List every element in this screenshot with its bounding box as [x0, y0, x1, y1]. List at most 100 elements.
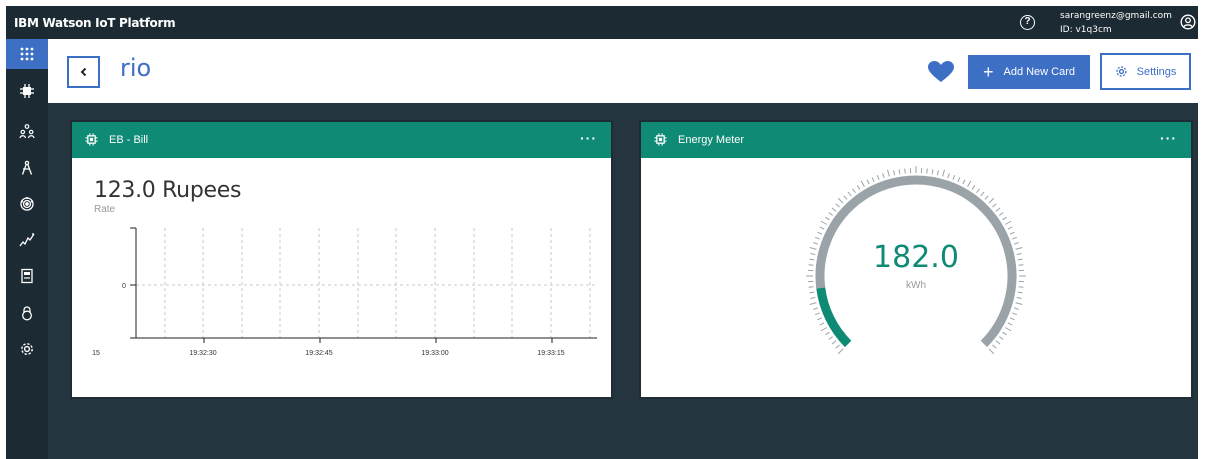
sidebar-item-members[interactable] [6, 116, 48, 146]
gauge-tick [980, 191, 985, 197]
gauge-tick [852, 188, 856, 193]
gauge-tick [995, 207, 1001, 212]
back-button[interactable] [67, 56, 100, 88]
gauge-tick [984, 195, 989, 200]
gauge-tick [992, 344, 997, 349]
members-icon [19, 124, 35, 139]
user-icon[interactable] [1180, 14, 1196, 30]
overflow-menu-icon[interactable]: ··· [580, 130, 597, 146]
gauge-tick [1004, 220, 1012, 225]
sidebar-item-security[interactable] [6, 298, 48, 328]
gauge-tick [856, 185, 861, 190]
y-tick-label: 0 [122, 283, 126, 290]
gauge-tick [936, 170, 939, 176]
sidebar-item-devices[interactable] [6, 76, 48, 106]
gauge-tick [947, 173, 950, 179]
x-tick-label: 19:32:30 [189, 350, 216, 357]
chip-icon [20, 84, 34, 98]
chevron-left-icon [80, 67, 86, 77]
gauge-tick [825, 216, 830, 221]
heart-icon[interactable] [928, 61, 954, 83]
gauge-tick [931, 169, 934, 175]
gauge-tick [835, 344, 840, 349]
rules-icon [20, 197, 34, 211]
gauge-tick [835, 203, 840, 208]
gauge-tick [1007, 226, 1013, 230]
add-new-card-button[interactable]: + Add New Card [968, 55, 1090, 89]
plus-icon: + [982, 62, 994, 82]
gauge-tick [942, 169, 945, 177]
gauge-tick [814, 236, 821, 240]
card-header: Energy Meter ··· [641, 122, 1191, 158]
gauge-tick [813, 307, 819, 310]
gauge-tick [898, 169, 901, 175]
security-icon [22, 306, 32, 321]
question-icon[interactable]: ? [1020, 15, 1035, 30]
gauge-tick [819, 226, 825, 230]
gauge-tick [967, 180, 972, 188]
sidebar-item-usage[interactable] [6, 225, 48, 255]
card-header: EB - Bill ··· [72, 122, 611, 158]
gauge-tick [828, 212, 833, 216]
gear-icon [1116, 66, 1127, 77]
x-tick-label: 15 [92, 350, 100, 357]
gauge-tick [876, 174, 880, 181]
sidebar-item-extensions[interactable] [6, 261, 48, 291]
gauge-tick [809, 302, 817, 305]
gauge-tick [1009, 231, 1015, 235]
gauge-tick [831, 340, 837, 345]
gauge-tick [860, 180, 865, 188]
gauge-tick [999, 336, 1004, 340]
gauge-tick [819, 322, 825, 326]
gauge-tick [988, 348, 995, 355]
gauge-tick [882, 173, 885, 179]
gauge-tick [1017, 291, 1023, 294]
sidebar-item-apps[interactable] [6, 153, 48, 183]
gauge-tick [837, 348, 844, 355]
gauge-tick [999, 212, 1004, 216]
gauge-tick [866, 179, 870, 185]
gauge-unit: kWh [906, 280, 926, 291]
gauge-tick [1009, 317, 1015, 321]
gauge-fill [816, 287, 852, 348]
chart-grid [136, 228, 597, 343]
x-tick-label: 19:33:00 [421, 350, 448, 357]
sidebar-item-settings[interactable] [6, 334, 48, 364]
gauge-tick [820, 327, 828, 332]
gauge-tick [843, 195, 848, 200]
apps-icon [21, 160, 33, 175]
gauge-tick [926, 168, 928, 174]
gauge-tick [847, 191, 852, 197]
gauge-tick [893, 170, 896, 176]
card-title: Energy Meter [678, 134, 745, 146]
gauge-tick [820, 220, 828, 225]
gauge-tick [976, 188, 980, 193]
chip-icon [654, 133, 667, 146]
line-chart: 0 15 19:32:30 19:32:45 19:33:00 19:33:15 [92, 227, 597, 357]
gauge-tick [1015, 302, 1023, 305]
usage-icon [19, 233, 35, 247]
page-header: rio + Add New Card Settings [48, 39, 1198, 103]
user-id: ID: v1q3cm [1060, 25, 1112, 35]
overflow-menu-icon[interactable]: ··· [1160, 130, 1177, 146]
sidebar [6, 39, 48, 459]
gauge-tick [871, 177, 875, 183]
x-tick-label: 19:32:45 [305, 350, 332, 357]
sidebar-item-app-grid[interactable] [6, 39, 48, 69]
gauge-tick [837, 197, 844, 204]
sidebar-item-rules[interactable] [6, 189, 48, 219]
gauge-tick [1013, 307, 1019, 310]
gauge-tick [825, 331, 830, 336]
gauge-tick [809, 291, 815, 294]
card-value: 123.0 Rupees [94, 178, 242, 203]
gauge-tick [887, 169, 890, 177]
settings-button[interactable]: Settings [1100, 53, 1191, 90]
gauge-tick [957, 177, 961, 183]
chip-icon [85, 133, 98, 146]
gauge-tick [1016, 296, 1022, 299]
gauge-tick [828, 336, 833, 340]
app-title: IBM Watson IoT Platform [14, 16, 176, 30]
gauge-tick [995, 340, 1001, 345]
gauge-tick [962, 179, 966, 185]
x-tick-label: 19:33:15 [537, 350, 564, 357]
